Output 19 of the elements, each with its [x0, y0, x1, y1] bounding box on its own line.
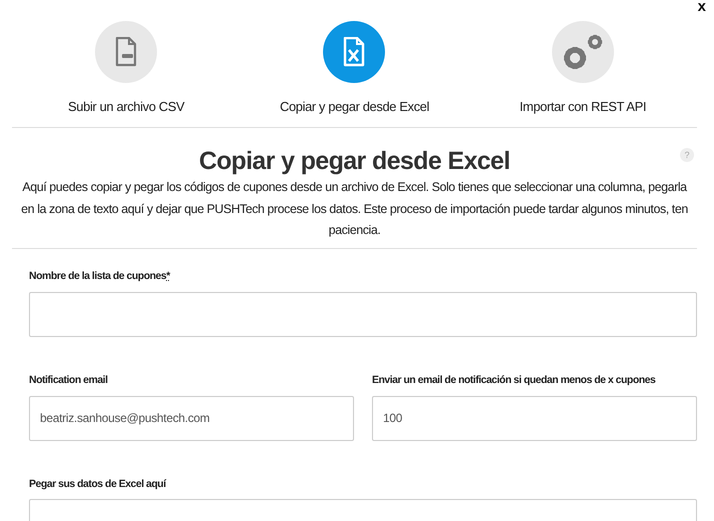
- field-label: Notification email: [29, 372, 109, 388]
- description-text: Aquí puedes copiar y pegar los códigos de cupones desde un archivo de Excel. Solo tienes que seleccionar una columna, pegarla en la zona de texto aquí y dejar que PUSHTech procese los datos. Este proceso de importación puede tardar algunos minutos, ten paciencia.: [20, 179, 689, 239]
- field-label: Nombre de la lista de cupones: [29, 270, 166, 282]
- csv-file-icon: [115, 37, 138, 67]
- import-option[interactable]: Subir un archivo CSV: [12, 21, 240, 127]
- option-label: Importar con REST API: [520, 98, 646, 116]
- option-label: Subir un archivo CSV: [68, 98, 184, 116]
- required-mark: *: [166, 270, 170, 282]
- input-field[interactable]: 100: [372, 396, 697, 440]
- input-field[interactable]: beatriz.sanhouse@pushtech.com: [29, 396, 354, 440]
- field-label: Pegar sus datos de Excel aquí: [29, 476, 168, 492]
- input-field[interactable]: [29, 292, 697, 337]
- close-button[interactable]: x: [698, 0, 706, 18]
- section-title: Copiar y pegar desde Excel: [199, 146, 510, 176]
- excel-file-icon: [343, 37, 366, 67]
- import-option[interactable]: Importar con REST API: [468, 21, 697, 127]
- option-label: Copiar y pegar desde Excel: [280, 98, 430, 116]
- import-option[interactable]: Copiar y pegar desde Excel: [240, 21, 469, 127]
- field-label: Enviar un email de notificación si quedan menos de x cupones: [372, 372, 656, 388]
